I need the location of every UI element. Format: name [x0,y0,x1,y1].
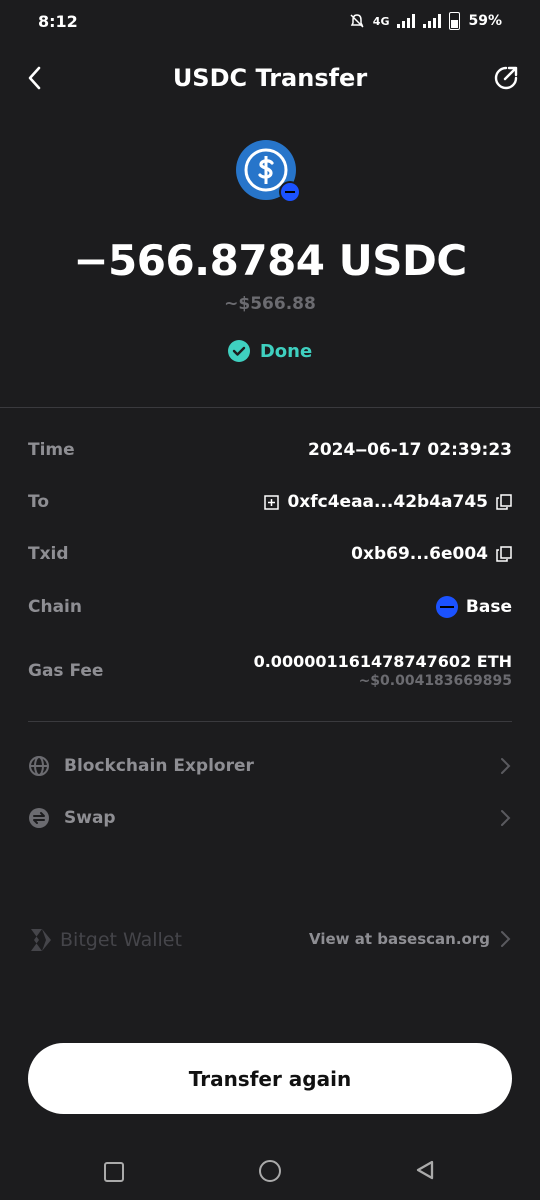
detail-row-txid: Txid 0xb69...6e004 [28,544,512,564]
txid-text: 0xb69...6e004 [351,544,488,564]
brand-logo: Bitget Wallet [28,926,182,954]
chain-value: Base [435,596,512,618]
swap-label: Swap [64,808,116,828]
chevron-right-icon [501,931,511,947]
add-contact-icon[interactable] [264,494,280,510]
status-time: 8:12 [38,12,78,31]
blockchain-explorer-link[interactable]: Blockchain Explorer [28,755,512,777]
blockchain-explorer-label: Blockchain Explorer [64,756,254,776]
page-title: USDC Transfer [172,64,368,92]
home-icon[interactable] [259,1160,281,1182]
globe-icon [29,756,49,776]
chevron-right-icon [501,810,511,826]
copy-icon[interactable] [496,494,512,510]
header: USDC Transfer [0,52,540,104]
chain-label: Chain [28,597,82,617]
recent-apps-icon[interactable] [104,1162,124,1182]
transfer-fiat-value: ~$566.88 [224,294,316,314]
txid-value[interactable]: 0xb69...6e004 [351,544,512,564]
status-bar: 8:12 4G 59% [0,0,540,44]
battery-level: 59% [468,13,502,29]
usdc-coin-icon [236,140,300,203]
transfer-again-button[interactable]: Transfer again [28,1043,512,1114]
swap-icon [29,808,49,828]
signal-icon-2 [423,14,442,28]
time-label: Time [28,440,75,460]
signal-icon [397,14,416,28]
view-at-label: View at basescan.org [309,930,490,948]
status-label: Done [259,340,313,362]
to-address[interactable]: 0xfc4eaa...42b4a745 [264,492,512,512]
divider [28,721,512,722]
base-chain-icon [435,596,458,618]
gas-amount: 0.000001161478747602 ETH [253,652,512,671]
brand-name: Bitget Wallet [60,929,182,951]
detail-row-chain: Chain Base [28,596,512,618]
swap-link[interactable]: Swap [28,807,512,829]
transfer-amount: −566.8784 USDC [73,236,467,285]
time-value: 2024‒06‑17 02:39:23 [308,440,512,460]
system-nav-bar [0,1150,540,1194]
to-label: To [28,492,50,512]
txid-label: Txid [28,544,69,564]
chevron-right-icon [501,758,511,774]
detail-row-time: Time 2024‒06‑17 02:39:23 [28,440,512,460]
gas-value: 0.000001161478747602 ETH ~$0.00418366989… [254,652,512,689]
detail-row-gas: Gas Fee 0.000001161478747602 ETH ~$0.004… [28,652,512,689]
share-icon[interactable] [492,64,520,92]
status-icons: 4G 59% [349,12,502,30]
divider [0,407,540,408]
mute-bell-icon [350,14,364,28]
to-address-text: 0xfc4eaa...42b4a745 [287,492,488,512]
check-circle-icon [227,340,250,362]
chain-text: Base [465,597,512,617]
bitget-logo-icon [31,929,51,951]
view-at-basescan-link[interactable]: View at basescan.org [309,930,512,948]
network-type: 4G [372,14,390,28]
nav-back-icon[interactable] [414,1159,436,1181]
battery-icon [449,12,461,30]
copy-icon[interactable] [496,546,512,562]
gas-fiat: ~$0.004183669895 [358,673,512,689]
detail-row-to: To 0xfc4eaa...42b4a745 [28,492,512,512]
transfer-status: Done [0,340,540,362]
gas-label: Gas Fee [28,660,104,681]
